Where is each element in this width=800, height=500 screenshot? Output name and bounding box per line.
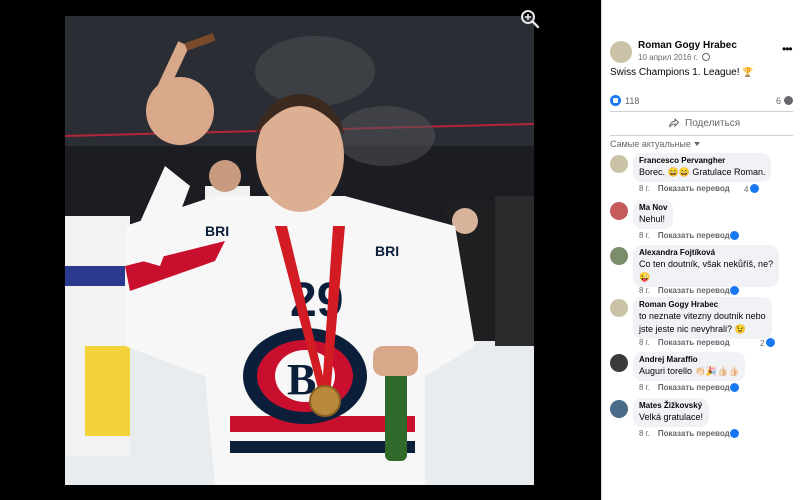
comment-author[interactable]: Francesco Pervangher [639,156,765,165]
comment-text: to neznate vitezny doutnik nebo [639,311,766,321]
comment-actions: 8 г. Показать перевод [639,429,730,438]
photo-viewer: 29 BRI BRI B [0,0,601,500]
comment-actions: 8 г. Показать перевод [639,383,730,392]
like-reaction-icon [730,429,739,438]
comment-bubble: Alexandra Fojtíková Co ten doutník, však… [633,245,780,287]
comment-item: Ma Nov Nehul! 8 г. Показать перевод [610,200,795,240]
comment-item: Alexandra Fojtíková Co ten doutník, však… [610,245,795,295]
comment-item: Francesco Pervangher Borec. 😄😄 Gratulace… [610,153,795,196]
like-reaction-icon [730,231,739,240]
comment-bubble-icon [784,96,793,105]
post-date-text: 10 април 2016 г. [638,53,698,62]
post-header: Roman Gogy Hrabec 10 април 2016 г. ••• [610,40,795,70]
post-photo[interactable]: 29 BRI BRI B [65,16,534,485]
comment-reaction-count: 2 [760,339,765,348]
comment-text: Co ten doutník, však nekůříš, ne? [639,259,774,269]
commenter-avatar[interactable] [610,155,628,173]
sponsor-right: BRI [375,243,399,259]
show-translation-link[interactable]: Показать перевод [658,429,730,438]
like-reaction-icon [730,383,739,392]
show-translation-link[interactable]: Показать перевод [658,338,730,347]
like-reaction-icon [766,338,776,347]
comment-age[interactable]: 8 г. [639,231,650,240]
share-arrow-icon [669,118,679,128]
post-author-name[interactable]: Roman Gogy Hrabec [638,40,737,51]
comment-item: Mates Žižkovský Velká gratulace! 8 г. Пок… [610,398,795,438]
likes-count[interactable]: 118 [625,96,639,106]
comment-reactions[interactable] [728,231,739,243]
zoom-button[interactable] [519,8,541,30]
trophy-icon: 🏆 [742,67,754,77]
comment-sort-dropdown[interactable]: Самые актуальные [610,139,700,149]
like-reaction-icon [750,184,760,193]
comment-age[interactable]: 8 г. [639,429,650,438]
sort-label: Самые актуальные [610,139,691,149]
comment-item: Roman Gogy Hrabec to neznate vitezny dou… [610,297,795,348]
share-label: Поделиться [685,118,741,129]
chevron-down-icon [693,142,700,146]
divider-top [610,111,793,112]
comment-text: Velká gratulace! [639,412,704,422]
comment-text: Auguri torello 👏🏻🎉👍🏻👍🏻 [639,366,740,376]
divider-bottom [610,135,793,136]
globe-icon [702,53,711,61]
post-caption-text: Swiss Champions 1. League! [610,67,740,78]
post-date[interactable]: 10 април 2016 г. [638,53,711,62]
comment-bubble: Roman Gogy Hrabec to neznate vitezny dou… [633,297,772,339]
comment-actions: 8 г. Показать перевод [639,338,730,347]
commenter-avatar[interactable] [610,247,628,265]
comment-item: Andrej Maraffio Auguri torello 👏🏻🎉👍🏻👍🏻 8… [610,352,795,392]
magnifier-plus-icon [521,10,540,29]
comment-text: Nehul! [639,214,666,224]
comment-reactions[interactable] [728,429,739,441]
comment-age[interactable]: 8 г. [639,184,650,193]
commenter-avatar[interactable] [610,202,628,220]
comment-author[interactable]: Ma Nov [639,203,667,212]
like-reaction-icon[interactable] [610,95,621,106]
post-stats: 118 6 [610,95,793,107]
show-translation-link[interactable]: Показать перевод [658,184,730,193]
comment-actions: 8 г. Показать перевод [639,286,730,295]
commenter-avatar[interactable] [610,299,628,317]
comment-actions: 8 г. Показать перевод [639,231,730,240]
comment-author[interactable]: Andrej Maraffio [639,355,739,364]
comment-bubble: Ma Nov Nehul! [633,200,674,229]
commenter-avatar[interactable] [610,400,628,418]
comment-author[interactable]: Mates Žižkovský [639,401,703,410]
commenter-avatar[interactable] [610,354,628,372]
share-button[interactable]: Поделиться [610,113,793,135]
post-caption: Swiss Champions 1. League! 🏆 [610,67,754,78]
comment-reactions[interactable]: 2 [760,338,776,350]
comment-reactions[interactable] [728,383,739,395]
comment-reaction-count: 4 [744,185,749,194]
comment-bubble: Andrej Maraffio Auguri torello 👏🏻🎉👍🏻👍🏻 [633,352,746,381]
comment-age[interactable]: 8 г. [639,338,650,347]
comment-bubble: Mates Žižkovský Velká gratulace! [633,398,710,427]
comment-age[interactable]: 8 г. [639,383,650,392]
sponsor-left: BRI [205,223,229,239]
like-reaction-icon [730,286,739,295]
author-avatar[interactable] [610,41,632,63]
show-translation-link[interactable]: Показать перевод [658,231,730,240]
comment-text-line-2: jste jeste nic nevyhrali? 😉 [639,324,746,334]
comment-author[interactable]: Roman Gogy Hrabec [639,300,766,309]
comment-author[interactable]: Alexandra Fojtíková [639,248,773,257]
photo-illustration: 29 BRI BRI B [65,16,534,485]
comment-text-line-2: 😜 [639,272,651,282]
comments-count[interactable]: 6 [776,96,781,106]
comment-text: Borec. 😄😄 Gratulace Roman. [639,167,766,177]
show-translation-link[interactable]: Показать перевод [658,383,730,392]
show-translation-link[interactable]: Показать перевод [658,286,730,295]
comment-bubble: Francesco Pervangher Borec. 😄😄 Gratulace… [633,153,772,182]
more-options-button[interactable]: ••• [782,43,796,55]
comment-actions: 8 г. Показать перевод [639,184,730,193]
comment-age[interactable]: 8 г. [639,286,650,295]
post-details-panel: Roman Gogy Hrabec 10 април 2016 г. ••• S… [601,0,800,500]
comment-reactions[interactable]: 4 [744,184,760,196]
